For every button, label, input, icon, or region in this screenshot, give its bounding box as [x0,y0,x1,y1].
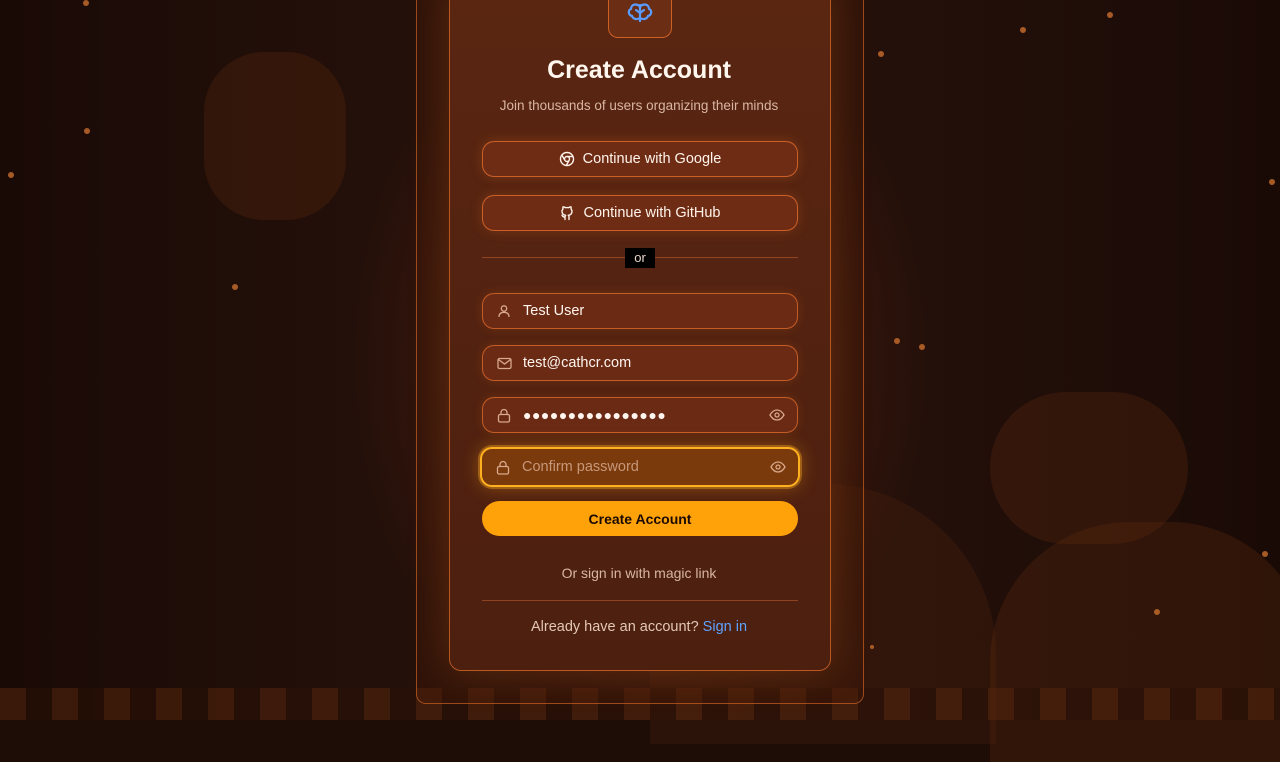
github-signin-label: Continue with GitHub [583,205,721,221]
password-value: ●●●●●●●●●●●●●●●● [523,407,667,423]
page-subtitle: Join thousands of users organizing their… [499,98,779,113]
chrome-icon [559,151,574,167]
confirm-password-placeholder: Confirm password [522,459,639,475]
email-value: test@cathcr.com [523,355,632,371]
google-signin-label: Continue with Google [582,151,722,167]
particle [1020,27,1026,33]
eye-icon[interactable] [768,457,788,477]
page-title: Create Account [547,56,731,84]
github-signin-button[interactable]: Continue with GitHub [482,195,798,231]
particle [84,128,90,134]
particle [1269,179,1275,185]
background-blob [204,52,346,220]
user-icon [494,301,514,321]
app-logo [608,0,672,38]
name-field[interactable]: Test User [482,293,798,329]
particle [1262,551,1268,557]
google-signin-button[interactable]: Continue with Google [482,141,798,177]
lock-icon [494,405,514,425]
particle [870,645,874,649]
create-account-button[interactable]: Create Account [482,501,798,536]
confirm-password-field[interactable]: Confirm password [480,447,800,487]
mail-icon [494,353,514,373]
background-blob [990,522,1280,762]
eye-icon[interactable] [767,405,787,425]
particle [83,0,89,6]
particle [1154,609,1160,615]
particle [1107,12,1113,18]
sign-in-prompt: Already have an account? Sign in [449,619,829,635]
have-account-text: Already have an account? [530,619,699,635]
sign-in-link[interactable]: Sign in [703,619,747,635]
password-field[interactable]: ●●●●●●●●●●●●●●●● [482,397,798,433]
magic-link-button[interactable]: Or sign in with magic link [449,565,829,581]
brain-icon [627,3,653,23]
lock-icon [493,457,513,477]
particle [878,51,884,57]
particle [8,172,14,178]
github-icon [561,206,574,221]
email-field[interactable]: test@cathcr.com [482,345,798,381]
particle [232,284,238,290]
background-blob [990,392,1188,544]
particle [894,338,900,344]
name-value: Test User [523,303,585,319]
divider-or-label: or [625,248,655,268]
particle [919,344,925,350]
footer-divider [482,600,798,601]
